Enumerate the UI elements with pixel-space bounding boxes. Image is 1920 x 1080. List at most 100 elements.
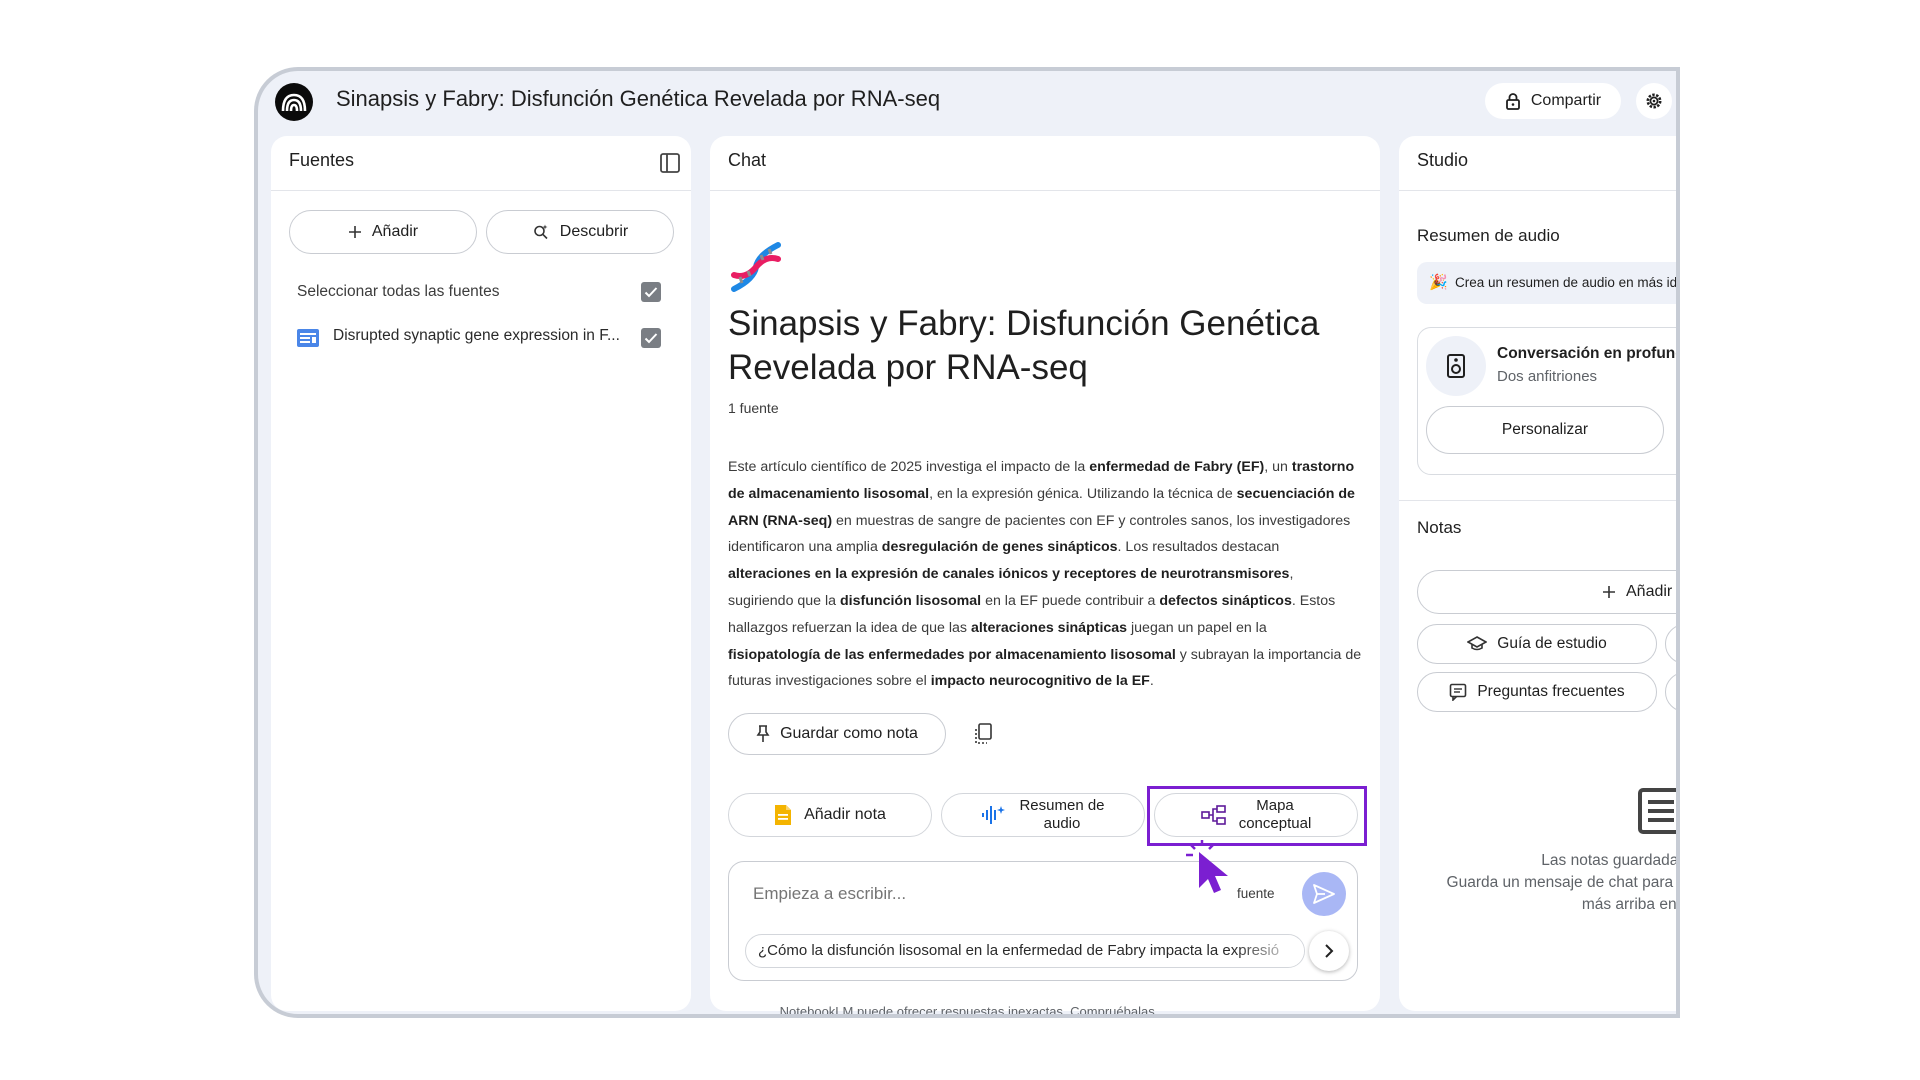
dna-emoji-icon [728, 239, 784, 300]
settings-button[interactable] [1636, 83, 1672, 119]
source-count: 1 fuente [728, 400, 779, 416]
fade [1234, 935, 1304, 967]
save-as-note-label: Guardar como nota [780, 725, 918, 742]
party-popper-icon: 🎉 [1429, 274, 1448, 291]
sources-panel: Fuentes Añadir Descubrir Seleccionar tod… [271, 136, 691, 1011]
add-note-chip[interactable]: Añadir nota [728, 793, 932, 837]
study-guide-button[interactable]: Guía de estudio [1417, 624, 1657, 664]
lock-icon [1505, 93, 1520, 110]
chat-panel: Chat Sinapsis y Fabry: Disfunción Genéti… [710, 136, 1380, 1011]
notes-empty-line: Guarda un mensaje de chat para cre [1446, 874, 1680, 891]
audio-summary-title: Resumen de audio [1417, 226, 1560, 245]
copy-icon[interactable] [973, 723, 993, 750]
speaker-icon [1426, 336, 1486, 396]
select-all-checkbox[interactable] [641, 282, 661, 302]
customize-label: Personalizar [1501, 421, 1589, 438]
conversation-title: Conversación en profundid [1497, 345, 1680, 362]
chat-heading-line: Revelada por RNA-seq [728, 348, 1088, 387]
summary-text: . [1149, 673, 1154, 690]
sources-title: Fuentes [289, 150, 355, 170]
audio-banner[interactable]: 🎉 Crea un resumen de audio en más idi [1417, 262, 1680, 304]
notes-empty-icon [1637, 787, 1680, 840]
summary-emphasis: alteraciones sinápticas [970, 619, 1128, 636]
add-note-label: Añadir n [1626, 583, 1680, 600]
study-guide-label: Guía de estudio [1497, 635, 1607, 652]
summary-text: , en la expresión génica. Utilizando la … [929, 485, 1237, 502]
divider [271, 190, 691, 191]
add-source-label: Añadir [371, 223, 419, 240]
studio-panel: Studio Resumen de audio 🎉 Crea un resume… [1399, 136, 1680, 1011]
divider [710, 190, 1380, 191]
share-label: Compartir [1530, 92, 1602, 109]
divider [1399, 190, 1680, 191]
faq-icon [1450, 683, 1467, 701]
suggested-question-chip[interactable]: ¿Cómo la disfunción lisosomal en la enfe… [745, 934, 1305, 968]
add-note-label: Añadir nota [804, 806, 886, 823]
chat-heading: Sinapsis y Fabry: Disfunción Genética Re… [728, 302, 1319, 390]
window-edge [1676, 67, 1680, 1018]
chat-title: Chat [728, 150, 767, 170]
mind-map-chip[interactable]: Mapa conceptual [1154, 793, 1358, 837]
send-icon [1313, 884, 1335, 904]
chevron-right-icon [1325, 944, 1334, 958]
audio-waveform-icon [982, 806, 1006, 824]
add-source-button[interactable]: Añadir [289, 210, 477, 254]
notebook-summary: Este artículo científico de 2025 investi… [728, 454, 1362, 695]
summary-text: juegan un papel en la [1127, 619, 1267, 636]
summary-emphasis: alteraciones en la expresión de canales … [728, 566, 1290, 583]
collapse-panel-icon[interactable] [659, 152, 681, 179]
notes-empty-text: Las notas guardadas a Guarda un mensaje … [1399, 850, 1680, 916]
summary-text: en la EF puede contribuir a [981, 592, 1160, 609]
conversation-subtitle: Dos anfitriones [1497, 368, 1598, 385]
mouse-cursor-icon [1186, 838, 1242, 901]
document-icon [297, 329, 319, 347]
next-suggestion-button[interactable] [1309, 931, 1349, 971]
notebooklm-logo-icon[interactable] [275, 83, 313, 121]
mind-map-icon [1200, 805, 1226, 825]
plus-icon [348, 226, 361, 238]
add-note-button[interactable]: Añadir n [1417, 570, 1680, 614]
share-button[interactable]: Compartir [1485, 83, 1621, 119]
discover-label: Descubrir [559, 223, 629, 240]
studio-title: Studio [1417, 150, 1469, 170]
summary-emphasis: fisiopatología de las enfermedades por a… [728, 646, 1176, 663]
notes-empty-line: Las notas guardadas a [1541, 852, 1680, 869]
notes-empty-line: más arriba en Añ [1581, 896, 1680, 913]
customize-button[interactable]: Personalizar [1426, 406, 1664, 454]
summary-emphasis: enfermedad de Fabry (EF) [1089, 459, 1265, 475]
audio-summary-label-line: audio [1043, 815, 1081, 832]
suggested-question-text: ¿Cómo la disfunción lisosomal en la enfe… [758, 942, 1280, 959]
note-icon [775, 805, 792, 825]
chat-heading-line: Sinapsis y Fabry: Disfunción Genética [728, 304, 1320, 343]
audio-summary-label-line: Resumen de [1019, 797, 1105, 814]
summary-text: , un [1264, 459, 1292, 475]
notebook-title[interactable]: Sinapsis y Fabry: Disfunción Genética Re… [336, 86, 940, 112]
save-as-note-button[interactable]: Guardar como nota [728, 713, 946, 755]
gear-icon [1646, 93, 1662, 109]
summary-text: . Los resultados destacan [1117, 539, 1280, 556]
audio-overview-card: Conversación en profundid Dos anfitrione… [1417, 327, 1680, 475]
source-item[interactable]: Disrupted synaptic gene expression in F.… [297, 326, 667, 350]
pin-icon [756, 725, 770, 742]
source-item-title: Disrupted synaptic gene expression in F.… [333, 327, 620, 344]
summary-emphasis: desregulación de genes sinápticos [881, 539, 1118, 556]
discover-sources-button[interactable]: Descubrir [486, 210, 674, 254]
chat-input-box: fuente ¿Cómo la disfunción lisosomal en … [728, 861, 1358, 981]
source-count-badge: fuente [1237, 886, 1275, 901]
plus-icon [1603, 586, 1615, 598]
summary-text: Este artículo científico de 2025 investi… [728, 459, 1090, 475]
faq-button[interactable]: Preguntas frecuentes [1417, 672, 1657, 712]
mind-map-label-line: conceptual [1238, 815, 1312, 832]
app-window: Sinapsis y Fabry: Disfunción Genética Re… [254, 67, 1680, 1018]
send-button[interactable] [1302, 872, 1346, 916]
audio-summary-label: Resumen de audio [1019, 797, 1104, 833]
audio-banner-text: Crea un resumen de audio en más idi [1455, 275, 1680, 290]
summary-emphasis: impacto neurocognitivo de la EF [930, 673, 1150, 690]
chat-input[interactable] [751, 880, 1195, 908]
summary-emphasis: defectos sinápticos [1159, 592, 1292, 609]
faq-label: Preguntas frecuentes [1477, 683, 1625, 700]
select-all-label: Seleccionar todas las fuentes [297, 283, 500, 300]
source-item-checkbox[interactable] [641, 328, 661, 348]
graduation-cap-icon [1467, 636, 1488, 651]
audio-summary-chip[interactable]: Resumen de audio [941, 793, 1145, 837]
